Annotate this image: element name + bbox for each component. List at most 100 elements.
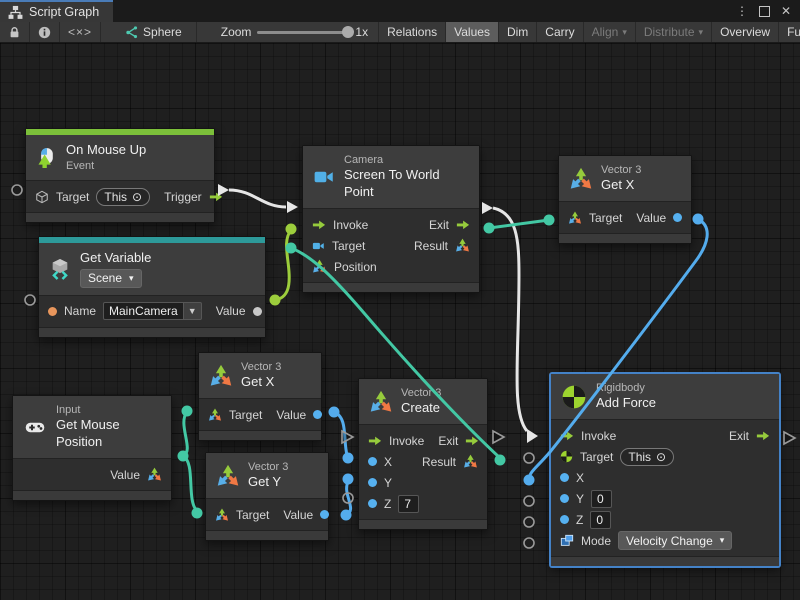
port-label-target: Target	[332, 239, 365, 253]
target-picker-icon[interactable]: ⊙	[132, 190, 142, 204]
node-category: Vector 3	[241, 360, 281, 374]
value-port[interactable]	[320, 510, 329, 519]
port-label-x: X	[576, 471, 584, 485]
unity-window: Script Graph ⋮ ✕ <×> S	[0, 0, 800, 600]
node-get-mouse-position[interactable]: Input Get Mouse Position Value	[12, 395, 172, 501]
target-picker-icon[interactable]: ⊙	[656, 450, 666, 464]
value-port[interactable]	[253, 307, 262, 316]
info-button[interactable]	[30, 22, 60, 42]
value-port[interactable]	[673, 213, 682, 222]
dim-button[interactable]: Dim	[499, 22, 537, 42]
node-screen-to-world-point[interactable]: Camera Screen To World Point Invoke Exit…	[302, 145, 480, 293]
graph-asset-icon	[125, 25, 139, 39]
node-title: Get X	[241, 374, 281, 391]
flow-arrow-icon[interactable]	[368, 436, 382, 446]
kebab-menu-icon[interactable]: ⋮	[734, 3, 750, 19]
node-title: Add Force	[596, 395, 656, 412]
node-title: On Mouse Up	[66, 142, 146, 159]
full-screen-button[interactable]: Full Screen	[779, 22, 800, 42]
tab-script-graph[interactable]: Script Graph	[0, 0, 113, 22]
vector3-icon[interactable]	[312, 259, 327, 274]
distribute-button[interactable]: Distribute▾	[636, 22, 712, 42]
chevron-down-icon[interactable]: ▼	[184, 302, 202, 320]
node-get-y[interactable]: Vector 3 Get Y Target Value	[205, 452, 329, 541]
variable-name-combo[interactable]: MainCamera ▼	[103, 302, 202, 320]
x-port[interactable]	[368, 457, 377, 466]
carry-button[interactable]: Carry	[537, 22, 583, 42]
port-label-invoke: Invoke	[333, 218, 368, 232]
port-label-exit: Exit	[429, 218, 449, 232]
rigidbody-icon[interactable]	[560, 450, 573, 463]
vector3-icon[interactable]	[215, 508, 229, 522]
y-port[interactable]	[560, 494, 569, 503]
port-label-target: Target	[580, 450, 613, 464]
z-value-field[interactable]: 0	[590, 511, 611, 529]
vector3-icon	[216, 464, 240, 488]
relations-button[interactable]: Relations	[379, 22, 446, 42]
port-label-z: Z	[384, 497, 391, 511]
y-value-field[interactable]: 0	[591, 490, 612, 508]
node-category: Rigidbody	[596, 381, 656, 395]
collapse-icon: <×>	[68, 25, 92, 39]
y-port[interactable]	[368, 478, 377, 487]
port-label-result: Result	[414, 239, 448, 253]
zoom-value: 1x	[355, 25, 368, 39]
node-subtitle: Event	[66, 159, 146, 173]
flow-arrow-icon[interactable]	[756, 431, 770, 441]
node-get-variable[interactable]: Get Variable Scene▾ Name MainCamera ▼ Va…	[38, 236, 266, 338]
vector3-icon[interactable]	[568, 211, 582, 225]
flow-arrow-icon[interactable]	[456, 220, 470, 230]
zoom-label: Zoom	[221, 25, 252, 39]
maximize-icon[interactable]	[756, 3, 772, 19]
port-label-value: Value	[636, 211, 666, 225]
flow-arrow-icon[interactable]	[312, 220, 326, 230]
camera-icon[interactable]	[312, 240, 325, 252]
node-get-x-top[interactable]: Vector 3 Get X Target Value	[558, 155, 692, 244]
tab-title: Script Graph	[29, 5, 99, 19]
mouse-icon	[36, 147, 57, 168]
flow-arrow-icon[interactable]	[209, 192, 223, 202]
node-vector3-create[interactable]: Vector 3 Create Invoke Exit X Result	[358, 378, 488, 530]
flow-arrow-icon[interactable]	[465, 436, 479, 446]
node-category: Camera	[344, 153, 467, 167]
node-title: Get Variable	[80, 250, 151, 267]
target-this-pill[interactable]: This⊙	[620, 448, 674, 466]
mode-dropdown[interactable]: Velocity Change▾	[618, 531, 732, 550]
close-icon[interactable]: ✕	[778, 3, 794, 19]
port-label-exit: Exit	[438, 434, 458, 448]
port-label-trigger: Trigger	[164, 190, 202, 204]
node-add-force[interactable]: Rigidbody Add Force Invoke Exit Target T…	[550, 373, 780, 567]
zoom-slider-handle[interactable]	[342, 26, 354, 38]
node-on-mouse-up[interactable]: On Mouse Up Event Target This⊙ Trigger	[25, 128, 215, 223]
port-label-z: Z	[576, 513, 583, 527]
lock-button[interactable]	[0, 22, 30, 42]
flow-arrow-icon[interactable]	[560, 431, 574, 441]
tab-strip: Script Graph ⋮ ✕	[0, 0, 800, 22]
node-title: Get Y	[248, 474, 288, 491]
vector3-icon[interactable]	[208, 408, 222, 422]
target-this-pill[interactable]: This⊙	[96, 188, 150, 206]
vector3-icon[interactable]	[463, 454, 478, 469]
z-port[interactable]	[560, 515, 569, 524]
port-label-target: Target	[589, 211, 622, 225]
name-port[interactable]	[48, 307, 57, 316]
overview-button[interactable]: Overview	[712, 22, 779, 42]
port-label-y: Y	[384, 476, 392, 490]
zoom-slider[interactable]	[257, 31, 349, 34]
z-port[interactable]	[368, 499, 377, 508]
x-port[interactable]	[560, 473, 569, 482]
node-get-x-mid[interactable]: Vector 3 Get X Target Value	[198, 352, 322, 441]
variable-scope-dropdown[interactable]: Scene▾	[80, 269, 142, 288]
values-button[interactable]: Values	[446, 22, 499, 42]
collapse-button[interactable]: <×>	[60, 22, 101, 42]
gamepad-icon	[23, 417, 47, 437]
vector3-icon[interactable]	[147, 467, 162, 482]
port-label-mode: Mode	[581, 534, 611, 548]
vector3-icon	[209, 364, 233, 388]
value-port[interactable]	[313, 410, 322, 419]
graph-breadcrumb[interactable]: Sphere	[101, 22, 197, 42]
z-value-field[interactable]: 7	[398, 495, 419, 513]
vector3-icon[interactable]	[455, 238, 470, 253]
align-button[interactable]: Align▾	[584, 22, 636, 42]
chevron-down-icon: ▾	[720, 536, 725, 545]
